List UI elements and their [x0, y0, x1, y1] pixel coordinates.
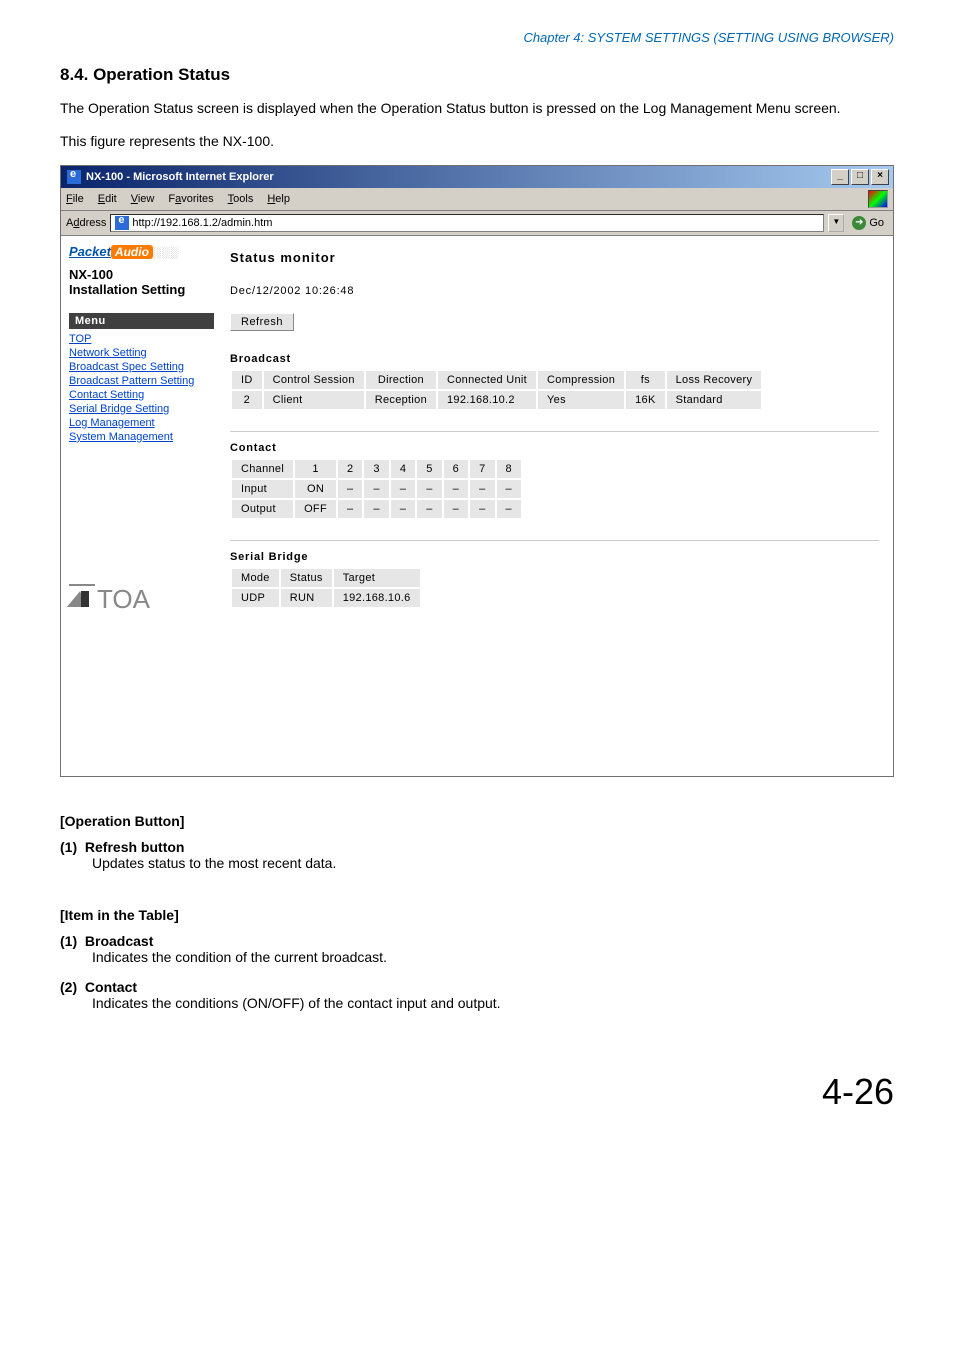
- menu-file[interactable]: File: [66, 193, 84, 205]
- sidebar-log-management[interactable]: Log Management: [69, 416, 214, 430]
- col-connected-unit: Connected Unit: [437, 370, 537, 390]
- address-dropdown[interactable]: ▼: [828, 214, 844, 232]
- separator: [230, 431, 879, 432]
- minimize-button[interactable]: _: [831, 169, 849, 185]
- address-label: Address: [66, 217, 106, 229]
- menu-edit[interactable]: Edit: [98, 193, 117, 205]
- col-direction: Direction: [365, 370, 437, 390]
- menu-favorites[interactable]: Favorites: [168, 193, 213, 205]
- toa-text: TOA: [97, 584, 150, 615]
- item-desc-contact: Indicates the conditions (ON/OFF) of the…: [92, 995, 894, 1011]
- sidebar: PacketAudio░░░ NX-100 Installation Setti…: [61, 236, 220, 776]
- item-in-table-heading: [Item in the Table]: [60, 907, 894, 923]
- col-control-session: Control Session: [263, 370, 365, 390]
- address-url: http://192.168.1.2/admin.htm: [132, 217, 272, 229]
- nx-title: NX-100: [69, 267, 214, 282]
- ie-logo-icon: [868, 190, 888, 208]
- item-number: (1): [60, 839, 77, 855]
- go-button[interactable]: ➜ Go: [848, 216, 888, 230]
- sidebar-contact-setting[interactable]: Contact Setting: [69, 388, 214, 402]
- sidebar-system-management[interactable]: System Management: [69, 430, 214, 444]
- item-desc-refresh: Updates status to the most recent data.: [92, 855, 894, 871]
- item-number: (1): [60, 933, 77, 949]
- table-header-row: ID Control Session Direction Connected U…: [231, 370, 762, 390]
- intro-paragraph-2: This figure represents the NX-100.: [60, 132, 894, 151]
- ie-icon: [67, 170, 81, 184]
- address-input[interactable]: http://192.168.1.2/admin.htm: [110, 214, 824, 232]
- brand-dots: ░░░: [153, 247, 179, 259]
- serial-bridge-label: Serial Bridge: [230, 551, 879, 563]
- install-title: Installation Setting: [69, 282, 214, 297]
- table-row: 2 Client Reception 192.168.10.2 Yes 16K …: [231, 390, 762, 410]
- intro-paragraph-1: The Operation Status screen is displayed…: [60, 99, 894, 118]
- broadcast-table: ID Control Session Direction Connected U…: [230, 369, 763, 411]
- titlebar: NX-100 - Microsoft Internet Explorer _ □…: [61, 166, 893, 188]
- item-number: (2): [60, 979, 77, 995]
- sidebar-broadcast-spec[interactable]: Broadcast Spec Setting: [69, 360, 214, 374]
- col-loss-recovery: Loss Recovery: [666, 370, 763, 390]
- item-title-broadcast: Broadcast: [85, 933, 153, 949]
- page-icon: [115, 216, 129, 230]
- sidebar-broadcast-pattern[interactable]: Broadcast Pattern Setting: [69, 374, 214, 388]
- item-title-contact: Contact: [85, 979, 137, 995]
- sidebar-top[interactable]: TOP: [69, 332, 214, 346]
- col-fs: fs: [625, 370, 665, 390]
- main-pane: Status monitor Dec/12/2002 10:26:48 Refr…: [220, 236, 893, 776]
- window-title: NX-100 - Microsoft Internet Explorer: [86, 171, 274, 183]
- brand-audio: Audio: [111, 245, 153, 259]
- chapter-header: Chapter 4: SYSTEM SETTINGS (SETTING USIN…: [60, 30, 894, 45]
- close-button[interactable]: ×: [871, 169, 889, 185]
- maximize-button[interactable]: □: [851, 169, 869, 185]
- sidebar-network-setting[interactable]: Network Setting: [69, 346, 214, 360]
- item-title-refresh: Refresh button: [85, 839, 185, 855]
- go-arrow-icon: ➜: [852, 216, 866, 230]
- brand-packet: Packet: [69, 244, 111, 259]
- browser-window: NX-100 - Microsoft Internet Explorer _ □…: [60, 165, 894, 777]
- addressbar: Address http://192.168.1.2/admin.htm ▼ ➜…: [61, 211, 893, 236]
- item-desc-broadcast: Indicates the condition of the current b…: [92, 949, 894, 965]
- brand: PacketAudio░░░: [69, 244, 214, 259]
- menu-header: Menu: [69, 313, 214, 329]
- menu-help[interactable]: Help: [267, 193, 290, 205]
- contact-table: Channel 1 2 3 4 5 6 7 8 Input ON –: [230, 458, 523, 520]
- refresh-button[interactable]: Refresh: [230, 313, 294, 331]
- menu-tools[interactable]: Tools: [228, 193, 254, 205]
- menubar: File Edit View Favorites Tools Help: [61, 188, 893, 211]
- timestamp: Dec/12/2002 10:26:48: [230, 285, 879, 297]
- page-number: 4-26: [60, 1071, 894, 1113]
- serial-bridge-table: Mode Status Target UDP RUN 192.168.10.6: [230, 567, 422, 609]
- menu-view[interactable]: View: [131, 193, 155, 205]
- contact-label: Contact: [230, 442, 879, 454]
- operation-button-heading: [Operation Button]: [60, 813, 894, 829]
- status-monitor-title: Status monitor: [230, 250, 879, 265]
- broadcast-label: Broadcast: [230, 353, 879, 365]
- toa-logo: TOA: [69, 584, 214, 615]
- separator: [230, 540, 879, 541]
- col-compression: Compression: [537, 370, 625, 390]
- col-id: ID: [231, 370, 263, 390]
- section-title: 8.4. Operation Status: [60, 65, 894, 85]
- go-label: Go: [869, 217, 884, 229]
- sidebar-serial-bridge[interactable]: Serial Bridge Setting: [69, 402, 214, 416]
